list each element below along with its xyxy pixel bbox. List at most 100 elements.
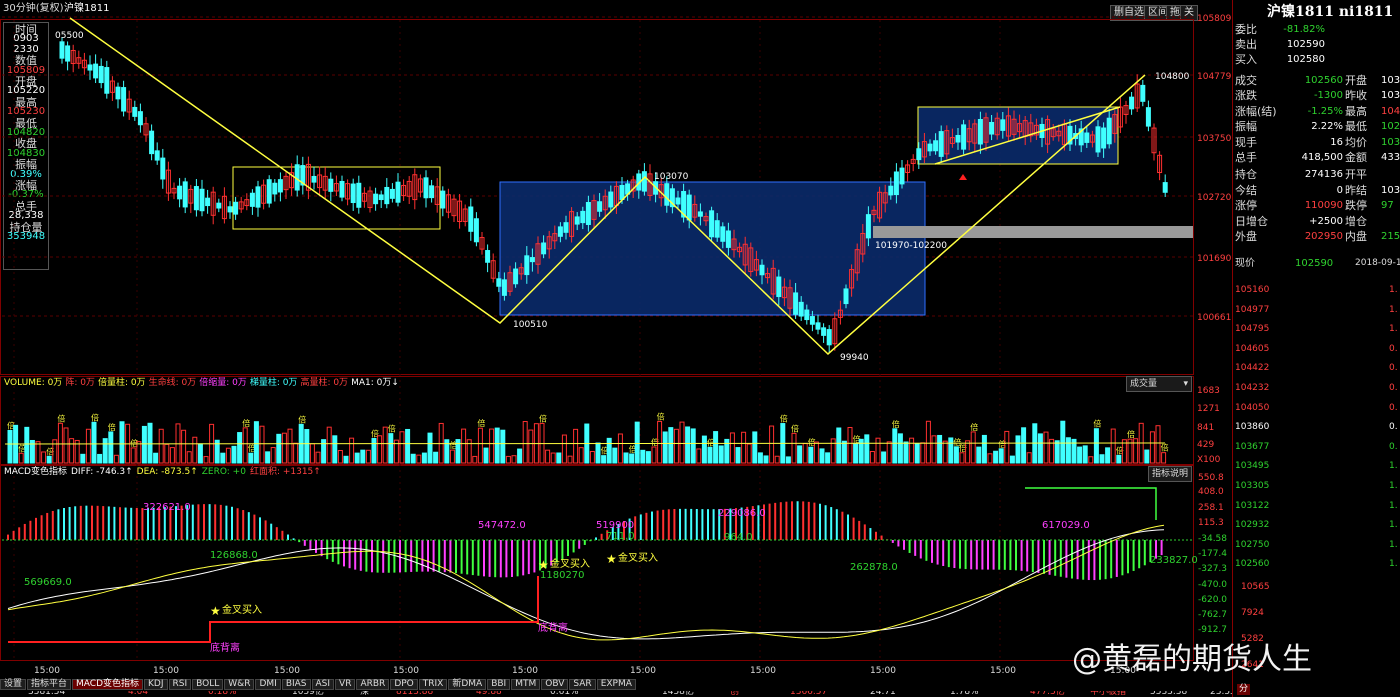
candle-body — [977, 119, 983, 145]
tab-3[interactable]: KDJ — [144, 679, 168, 690]
volume-marker: 倍 — [108, 422, 116, 432]
volume-bar — [287, 428, 293, 464]
tab-10[interactable]: VR — [335, 679, 356, 690]
volume-bar — [477, 427, 483, 464]
volume-bar — [914, 442, 920, 464]
volume-bar — [1093, 428, 1099, 464]
tab-1[interactable]: 指标平台 — [27, 679, 72, 690]
candle-body — [468, 206, 474, 232]
status-item: 23.55 — [1210, 691, 1232, 697]
tab-11[interactable]: ARBR — [356, 679, 390, 690]
volume-bar — [1043, 431, 1049, 464]
tab-18[interactable]: SAR — [569, 679, 596, 690]
tab-17[interactable]: OBV — [541, 679, 569, 690]
status-item: 中小板指 — [1090, 691, 1127, 697]
candle-body — [216, 202, 222, 209]
time-axis-label: 15:00 — [750, 666, 776, 676]
time-axis-label: 15:00 — [34, 666, 60, 676]
volume-bar — [97, 453, 103, 464]
mini-axis-label: 104977 — [1235, 304, 1270, 315]
candle-body — [65, 45, 71, 62]
volume-bar — [629, 453, 635, 464]
volume-bar — [315, 451, 321, 464]
volume-bar — [892, 428, 898, 464]
volume-bar — [757, 452, 763, 464]
volume-bar — [785, 456, 791, 464]
tab-16[interactable]: MTM — [511, 679, 541, 690]
tab-0[interactable]: 设置 — [0, 679, 27, 690]
tab-8[interactable]: BIAS — [281, 679, 311, 690]
volume-bar — [735, 447, 741, 464]
macd-diff-line — [7, 529, 1165, 640]
volume-bar — [942, 440, 948, 464]
candle-body — [272, 182, 278, 195]
tab-12[interactable]: DPO — [390, 679, 418, 690]
tab-15[interactable]: BBI — [487, 679, 511, 690]
tab-4[interactable]: RSI — [168, 679, 192, 690]
chart-canvas[interactable]: 1058091047791037501027201016901006610550… — [0, 0, 1400, 697]
tab-13[interactable]: TRIX — [418, 679, 448, 690]
candle-body — [809, 316, 815, 325]
volume-selector[interactable]: 成交量 ▾ — [1126, 376, 1192, 392]
volume-bar — [970, 431, 976, 464]
macd-value-label: 322621.0 — [143, 502, 191, 513]
candle-body — [541, 242, 547, 255]
trading-app: 30分钟(复权) 沪镍1811 删自选 区间 拖 关 时间 0903 2330 数值 1… — [0, 0, 1400, 697]
volume-bar — [685, 426, 691, 464]
volume-bar — [1021, 427, 1027, 464]
candle-body — [826, 329, 832, 346]
time-axis-label: 15:00 — [393, 666, 419, 676]
quote-label: 跌停 — [1345, 199, 1367, 213]
volume-legend-item: VOLUME: 0万 — [4, 378, 63, 388]
candle-body — [675, 197, 681, 205]
status-item: 0.18% — [208, 691, 237, 697]
mini-axis-label: 102560 — [1235, 559, 1270, 570]
volume-bar — [410, 453, 416, 464]
mini-axis-label-right: 1. — [1389, 481, 1398, 491]
volume-bar — [281, 432, 287, 464]
volume-bar — [91, 421, 97, 464]
tab-7[interactable]: DMI — [255, 679, 281, 690]
tab-5[interactable]: BOLL — [192, 679, 224, 690]
macd-axis-label: 258.1 — [1198, 503, 1224, 513]
quote-value: 103 — [1381, 184, 1400, 196]
volume-marker: 倍 — [539, 413, 547, 423]
volume-bar — [1065, 437, 1071, 464]
tab-minute[interactable]: 分 — [1237, 684, 1251, 695]
quote-value: +2500 — [1309, 215, 1343, 227]
volume-bar — [920, 442, 926, 464]
volume-marker: 倍 — [388, 424, 396, 434]
candle-body — [384, 186, 390, 205]
volume-bar — [836, 427, 842, 464]
tab-6[interactable]: W&R — [224, 679, 255, 690]
volume-bar — [808, 446, 814, 464]
mini-axis-label-right: 1. — [1389, 304, 1398, 315]
candle-body — [563, 222, 569, 233]
top-divergence-line — [1025, 487, 1157, 520]
candle-body — [793, 292, 799, 315]
volume-bar — [427, 432, 433, 464]
macd-dea-line — [7, 524, 1165, 641]
candle-body — [585, 202, 591, 225]
indicator-help-button[interactable]: 指标说明 — [1148, 466, 1193, 482]
volume-bar — [1155, 425, 1161, 464]
volume-bar — [645, 451, 651, 464]
candle-body — [496, 278, 502, 287]
tab-14[interactable]: 新DMA — [448, 679, 487, 690]
volume-bar — [769, 425, 775, 464]
tab-19[interactable]: EXPMA — [596, 679, 636, 690]
candle-body — [513, 268, 519, 285]
macd-axis-label: 550.8 — [1198, 473, 1224, 483]
candle-body — [121, 87, 127, 112]
macd-axis-label: -327.3 — [1198, 564, 1227, 574]
candle-body — [1084, 132, 1090, 143]
volume-marker: 倍 — [780, 414, 788, 424]
candle-body — [339, 180, 345, 198]
macd-frame — [0, 465, 1194, 661]
candle-body — [1129, 96, 1135, 110]
tab-2[interactable]: MACD变色指标 — [72, 679, 144, 690]
star-icon: ★ — [538, 558, 549, 572]
tab-9[interactable]: ASI — [311, 679, 335, 690]
volume-bar — [186, 451, 192, 464]
volume-legend: VOLUME: 0万 阵: 0万 倍量柱: 0万 生命线: 0万 倍缩量: 0万 梯量柱:… — [4, 379, 399, 388]
